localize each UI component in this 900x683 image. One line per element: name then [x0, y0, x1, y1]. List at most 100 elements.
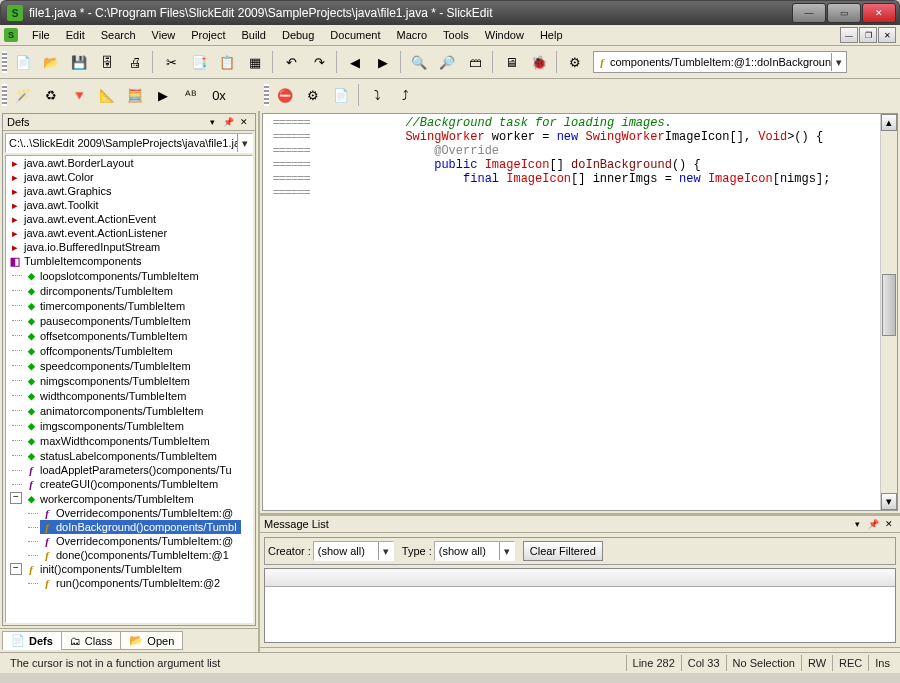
cut-icon[interactable]: ✂: [158, 49, 184, 75]
debug-icon[interactable]: 🐞: [526, 49, 552, 75]
menu-search[interactable]: Search: [93, 27, 144, 43]
shell-icon[interactable]: ▶: [150, 82, 176, 108]
scroll-down-icon[interactable]: ▾: [881, 493, 897, 510]
paste-icon[interactable]: 📋: [214, 49, 240, 75]
tree-item[interactable]: ▸java.io.BufferedInputStream: [8, 240, 164, 254]
tab-open[interactable]: 📂Open: [120, 631, 183, 650]
tree-item[interactable]: ◆nimgscomponents/TumbleItem: [24, 374, 194, 388]
tree-item[interactable]: fOverridecomponents/TumbleItem:@: [40, 506, 237, 520]
config-icon[interactable]: ⚙: [562, 49, 588, 75]
tree-item[interactable]: fdoInBackground()components/Tumbl: [40, 520, 241, 534]
chevron-down-icon[interactable]: ▾: [499, 542, 514, 560]
mdi-restore-icon[interactable]: ❐: [859, 27, 877, 43]
chevron-down-icon[interactable]: ▾: [237, 134, 252, 152]
menu-build[interactable]: Build: [233, 27, 273, 43]
compile-icon[interactable]: 📄: [328, 82, 354, 108]
tree-item[interactable]: ▸java.awt.Graphics: [8, 184, 115, 198]
menu-macro[interactable]: Macro: [389, 27, 436, 43]
toolbar-grip-icon[interactable]: [264, 84, 269, 106]
dropdown-icon[interactable]: ▾: [205, 115, 219, 129]
editor-code-area[interactable]: //Background task for loading images. Sw…: [319, 114, 880, 510]
tree-item[interactable]: ◆animatorcomponents/TumbleItem: [24, 404, 207, 418]
undo-icon[interactable]: ↶: [278, 49, 304, 75]
close-panel-icon[interactable]: ✕: [882, 517, 896, 531]
redo-icon[interactable]: ↷: [306, 49, 332, 75]
menu-help[interactable]: Help: [532, 27, 571, 43]
calc-icon[interactable]: 🧮: [122, 82, 148, 108]
tree-item[interactable]: frun()components/TumbleItem:@2: [40, 576, 224, 590]
tree-item[interactable]: ▸java.awt.event.ActionListener: [8, 226, 171, 240]
tree-item[interactable]: ◆speedcomponents/TumbleItem: [24, 359, 195, 373]
close-panel-icon[interactable]: ✕: [237, 115, 251, 129]
type-filter-select[interactable]: (show all) ▾: [434, 541, 515, 561]
build-icon[interactable]: ⚙: [300, 82, 326, 108]
tab-defs[interactable]: 📄Defs: [2, 631, 62, 650]
menu-view[interactable]: View: [144, 27, 184, 43]
tree-item[interactable]: ◆dircomponents/TumbleItem: [24, 284, 177, 298]
find-icon[interactable]: 🔍: [406, 49, 432, 75]
full-screen-icon[interactable]: 🖥: [498, 49, 524, 75]
clear-filtered-button[interactable]: Clear Filtered: [523, 541, 603, 561]
stop-build-icon[interactable]: ⛔: [272, 82, 298, 108]
scroll-thumb[interactable]: [882, 274, 896, 336]
chevron-down-icon[interactable]: ▾: [378, 542, 393, 560]
menu-file[interactable]: File: [24, 27, 58, 43]
hex-icon[interactable]: 0x: [206, 82, 232, 108]
tree-item[interactable]: ▸java.awt.Toolkit: [8, 198, 103, 212]
tree-item[interactable]: ◆timercomponents/TumbleItem: [24, 299, 189, 313]
beautify-icon[interactable]: 🪄: [10, 82, 36, 108]
tree-item[interactable]: ◆offsetcomponents/TumbleItem: [24, 329, 191, 343]
menu-debug[interactable]: Debug: [274, 27, 322, 43]
tree-item[interactable]: fcreateGUI()components/TumbleItem: [24, 477, 222, 491]
spell-icon[interactable]: ᴬᴮ: [178, 82, 204, 108]
back-icon[interactable]: ◀: [342, 49, 368, 75]
code-editor[interactable]: ==================================== //B…: [262, 113, 898, 511]
tree-item[interactable]: ▸java.awt.event.ActionEvent: [8, 212, 160, 226]
menu-document[interactable]: Document: [322, 27, 388, 43]
mdi-minimize-icon[interactable]: —: [840, 27, 858, 43]
tree-item[interactable]: ◆workercomponents/TumbleItem: [24, 492, 198, 506]
editor-scrollbar[interactable]: ▴ ▾: [880, 114, 897, 510]
tree-item[interactable]: ◆statusLabelcomponents/TumbleItem: [24, 449, 221, 463]
preproc-icon[interactable]: 📐: [94, 82, 120, 108]
tree-item[interactable]: ◆imgscomponents/TumbleItem: [24, 419, 188, 433]
tab-class[interactable]: 🗂Class: [61, 631, 122, 650]
tree-item[interactable]: ◧TumbleItemcomponents: [8, 254, 146, 268]
copy-icon[interactable]: 📑: [186, 49, 212, 75]
step-icon[interactable]: ⤵: [364, 82, 390, 108]
step-over-icon[interactable]: ⤴: [392, 82, 418, 108]
open-icon[interactable]: 📂: [38, 49, 64, 75]
tree-item[interactable]: ◆offcomponents/TumbleItem: [24, 344, 177, 358]
dropdown-icon[interactable]: ▾: [850, 517, 864, 531]
reformat-icon[interactable]: ♻: [38, 82, 64, 108]
tree-item[interactable]: ◆widthcomponents/TumbleItem: [24, 389, 190, 403]
chevron-down-icon[interactable]: ▾: [831, 53, 846, 71]
mdi-close-icon[interactable]: ✕: [878, 27, 896, 43]
tree-item[interactable]: fOverridecomponents/TumbleItem:@: [40, 534, 237, 548]
tree-item[interactable]: fdone()components/TumbleItem:@1: [40, 548, 233, 562]
toolbar-grip-icon[interactable]: [2, 51, 7, 73]
tree-item[interactable]: ◆pausecomponents/TumbleItem: [24, 314, 195, 328]
tree-item[interactable]: floadAppletParameters()components/Tu: [24, 463, 236, 477]
toolbar-grip-icon[interactable]: [2, 84, 7, 106]
pin-icon[interactable]: 📌: [221, 115, 235, 129]
menu-edit[interactable]: Edit: [58, 27, 93, 43]
scroll-up-icon[interactable]: ▴: [881, 114, 897, 131]
forward-icon[interactable]: ▶: [370, 49, 396, 75]
save-all-icon[interactable]: 🗄: [94, 49, 120, 75]
menu-project[interactable]: Project: [183, 27, 233, 43]
find-next-icon[interactable]: 🔎: [434, 49, 460, 75]
defs-path-combo[interactable]: C:\..\SlickEdit 2009\SampleProjects\java…: [5, 133, 253, 153]
select-icon[interactable]: ▦: [242, 49, 268, 75]
context-combo[interactable]: f components/TumbleItem:@1::doInBackgrou…: [593, 51, 847, 73]
find-files-icon[interactable]: 🗃: [462, 49, 488, 75]
pin-icon[interactable]: 📌: [866, 517, 880, 531]
mdi-app-icon[interactable]: S: [4, 28, 18, 42]
tree-item[interactable]: ◆loopslotcomponents/TumbleItem: [24, 269, 203, 283]
menu-window[interactable]: Window: [477, 27, 532, 43]
creator-filter-select[interactable]: (show all) ▾: [313, 541, 394, 561]
new-file-icon[interactable]: 📄: [10, 49, 36, 75]
filter-icon[interactable]: 🔻: [66, 82, 92, 108]
close-button[interactable]: ✕: [862, 3, 896, 23]
tree-item[interactable]: finit()components/TumbleItem: [24, 562, 186, 576]
